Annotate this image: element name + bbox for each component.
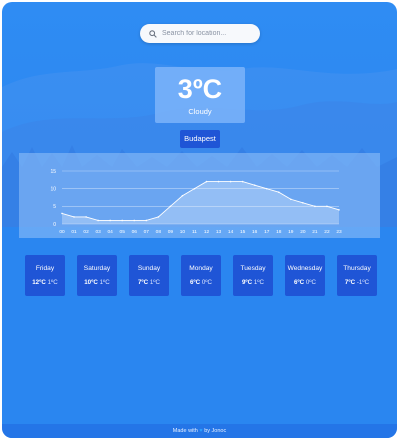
- search-icon: [149, 29, 157, 38]
- x-tick-label: 21: [312, 229, 318, 235]
- forecast-low: 1ºC: [253, 279, 265, 286]
- forecast-day-card: Friday 12ºC 1ºC: [25, 255, 65, 296]
- temperature-point: [277, 191, 280, 193]
- x-tick-label: 01: [71, 229, 77, 235]
- forecast-day-name: Saturday: [83, 265, 111, 272]
- forecast-low: -1ºC: [356, 279, 370, 286]
- temperature-point: [326, 205, 328, 208]
- temperature-point: [157, 216, 160, 218]
- temperature-point: [265, 187, 268, 190]
- x-tick-label: 03: [95, 229, 101, 235]
- forecast-day-card: Sunday 7ºC 1ºC: [129, 255, 169, 296]
- hourly-chart: 0 5 10 15 00 01 02 03 04 05 06 07 08 09 10 11 12 13 14 15 16…: [19, 153, 380, 238]
- hourly-chart-svg: 05101500 01 02 03 04 05 06 07 08 09 10 11 12 13 14 15 16…: [50, 169, 342, 235]
- forecast-high: 7ºC: [344, 279, 356, 286]
- forecast-day-name: Friday: [35, 265, 55, 272]
- forecast-list: Friday 12ºC 1ºC Saturday 10ºC 1ºC Sunday…: [23, 255, 379, 297]
- temperature-point: [61, 212, 63, 215]
- footer: Made with ♥ by Jonoc: [2, 424, 397, 438]
- temperature-point: [169, 205, 172, 208]
- forecast-day-card: Tuesday 9ºC 1ºC: [233, 255, 273, 296]
- forecast-high: 6ºC: [189, 279, 201, 286]
- x-tick-label: 11: [192, 229, 197, 235]
- weather-app: 3ºC Cloudy Budapest 05101500010203040506…: [2, 2, 397, 438]
- temperature-point: [133, 219, 136, 222]
- x-tick-label: 17: [264, 229, 270, 235]
- current-temperature: 3ºC: [177, 74, 223, 104]
- x-tick-label: 19: [288, 229, 294, 235]
- x-tick-label: 02: [83, 229, 89, 235]
- temperature-point: [145, 219, 148, 222]
- temperature-point: [314, 205, 316, 208]
- forecast-high: 12ºC: [32, 279, 46, 286]
- x-tick-label: 23: [336, 229, 342, 235]
- forecast-high: 7ºC: [137, 279, 149, 286]
- x-tick-label: 06: [132, 229, 138, 235]
- x-tick-label: 18: [276, 229, 282, 235]
- x-tick-label: 20: [300, 229, 306, 235]
- y-tick-label: 0: [53, 222, 56, 228]
- search-bar[interactable]: [140, 24, 260, 43]
- temperature-point: [73, 216, 75, 218]
- forecast-day-card: Monday 6ºC 0ºC: [181, 255, 221, 296]
- temperature-point: [97, 219, 99, 222]
- x-tick-label: 13: [216, 229, 222, 235]
- temperature-area: [62, 181, 339, 224]
- x-tick-label: 04: [108, 229, 114, 235]
- current-condition: Cloudy: [188, 107, 212, 116]
- temperature-point: [121, 219, 124, 222]
- x-tick-label: 07: [144, 229, 150, 235]
- x-tick-label: 12: [204, 229, 210, 235]
- forecast-day-name: Sunday: [137, 265, 161, 272]
- x-tick-label: 09: [168, 229, 174, 235]
- footer-made-with: Made with: [172, 428, 198, 434]
- x-tick-label: 14: [228, 229, 234, 235]
- forecast-day-card: Wednesday 6ºC 0ºC: [285, 255, 325, 296]
- temperature-point: [290, 198, 292, 201]
- temperature-point: [241, 180, 244, 183]
- x-tick-label: 15: [240, 229, 246, 235]
- forecast-low: 1ºC: [149, 279, 161, 286]
- y-tick-label: 10: [50, 186, 56, 192]
- x-tick-label: 16: [252, 229, 258, 235]
- forecast-high: 10ºC: [84, 279, 98, 286]
- y-tick-label: 5: [53, 204, 56, 210]
- search-input[interactable]: [162, 30, 252, 37]
- x-tick-label: 00: [59, 229, 65, 235]
- forecast-day-name: Tuesday: [240, 265, 266, 272]
- forecast-low: 0ºC: [305, 279, 317, 286]
- current-weather-card: 3ºC Cloudy: [155, 67, 245, 123]
- temperature-point: [253, 184, 256, 186]
- forecast-day-name: Thursday: [343, 265, 371, 272]
- heart-icon: ♥: [199, 428, 203, 434]
- forecast-day-card: Saturday 10ºC 1ºC: [77, 255, 117, 296]
- temperature-point: [338, 209, 340, 211]
- forecast-high: 6ºC: [293, 279, 305, 286]
- footer-author: by Jonoc: [204, 428, 227, 434]
- forecast-low: 1ºC: [99, 279, 110, 286]
- x-tick-label: 05: [120, 229, 126, 235]
- location-badge: Budapest: [180, 130, 220, 148]
- x-tick-label: 08: [156, 229, 162, 235]
- temperature-point: [302, 202, 304, 204]
- temperature-point: [229, 180, 232, 183]
- temperature-point: [217, 180, 220, 183]
- temperature-point: [85, 216, 87, 218]
- forecast-high: 9ºC: [241, 279, 253, 286]
- y-tick-label: 15: [50, 169, 56, 175]
- forecast-day-card: Thursday 7ºC -1ºC: [337, 255, 377, 296]
- forecast-day-name: Wednesday: [287, 265, 323, 272]
- forecast-low: 0ºC: [201, 279, 213, 286]
- temperature-point: [181, 194, 184, 197]
- x-tick-label: 10: [180, 229, 186, 235]
- temperature-point: [193, 187, 196, 190]
- x-tick-label: 22: [324, 229, 330, 235]
- forecast-low: 1ºC: [47, 279, 58, 286]
- forecast-day-name: Monday: [189, 265, 213, 272]
- temperature-point: [205, 180, 208, 183]
- temperature-point: [109, 219, 111, 222]
